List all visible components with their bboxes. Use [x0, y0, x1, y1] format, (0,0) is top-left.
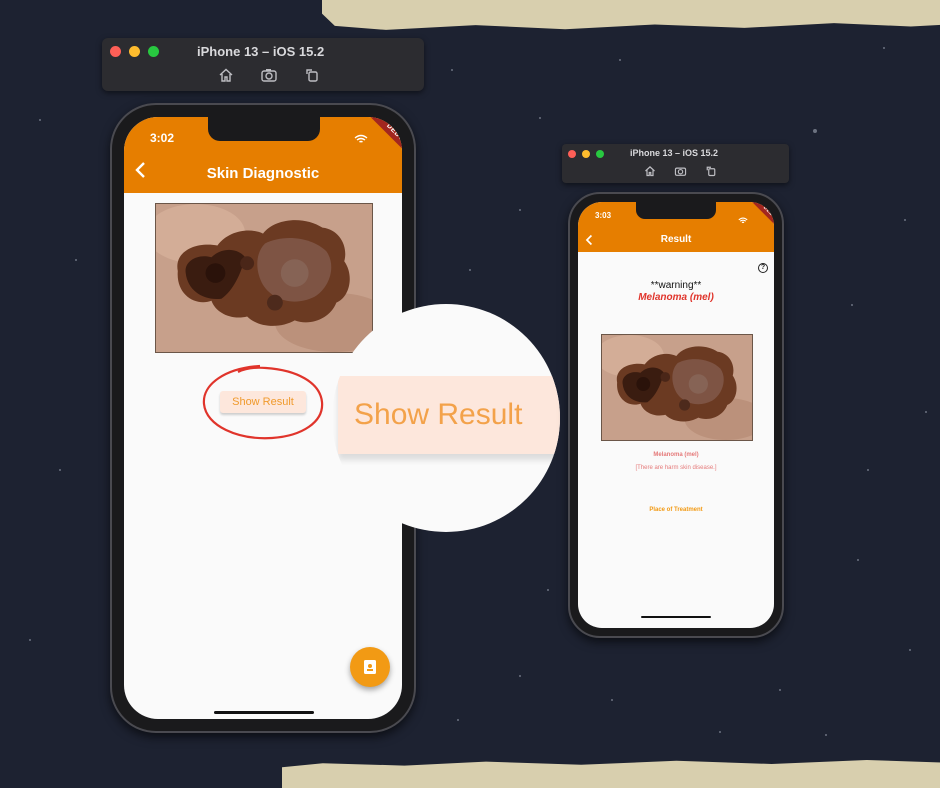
- device-notch: [208, 117, 320, 141]
- place-of-treatment-link[interactable]: Place of Treatment: [578, 507, 774, 513]
- simulator-title: iPhone 13 – iOS 15.2: [630, 148, 719, 158]
- close-window-button[interactable]: [568, 150, 576, 158]
- skin-lesion-image: [601, 334, 753, 441]
- warning-label: **warning**: [650, 280, 702, 291]
- page-title: Skin Diagnostic: [206, 165, 320, 182]
- rotate-icon[interactable]: [705, 165, 717, 177]
- wifi-icon: [738, 211, 748, 229]
- status-time: 3:03: [595, 211, 612, 220]
- home-icon[interactable]: [218, 67, 234, 83]
- result-caption-note: [There are harm skin disease.]: [635, 465, 717, 471]
- minimize-window-button[interactable]: [582, 150, 590, 158]
- status-icons: [738, 211, 748, 229]
- status-icons: [354, 131, 368, 149]
- page-title: Result: [660, 234, 692, 245]
- simulator-toolbar-left: iPhone 13 – iOS 15.2: [102, 38, 424, 91]
- contact-fab-button[interactable]: [350, 647, 390, 687]
- simulator-toolbar-right: iPhone 13 – iOS 15.2: [562, 144, 789, 183]
- help-icon[interactable]: ?: [758, 263, 768, 273]
- home-indicator: [641, 616, 711, 618]
- screenshot-icon[interactable]: [674, 165, 687, 177]
- diagnosis-title: Melanoma (mel): [638, 292, 714, 303]
- zoom-window-button[interactable]: [596, 150, 604, 158]
- zoom-window-button[interactable]: [148, 46, 159, 57]
- result-caption-name: Melanoma (mel): [653, 452, 699, 458]
- close-window-button[interactable]: [110, 46, 121, 57]
- minimize-window-button[interactable]: [129, 46, 140, 57]
- zoom-magnifier: Show Result: [332, 304, 560, 532]
- phone-frame-right: 3:03 Result DEBUG ? **warning** Melanoma…: [568, 192, 784, 638]
- home-indicator: [214, 711, 314, 714]
- result-screen: 3:03 Result DEBUG ? **warning** Melanoma…: [578, 202, 774, 628]
- skin-lesion-image: [155, 203, 373, 353]
- device-notch: [636, 202, 716, 219]
- red-circle-annotation: [202, 364, 324, 440]
- status-time: 3:02: [150, 131, 175, 145]
- wifi-icon: [354, 131, 368, 149]
- rotate-icon[interactable]: [304, 67, 320, 83]
- zoomed-show-result-button: Show Result: [338, 376, 560, 454]
- simulator-title: iPhone 13 – iOS 15.2: [197, 44, 325, 59]
- contact-card-icon: [362, 659, 378, 680]
- home-icon[interactable]: [644, 165, 656, 177]
- screenshot-icon[interactable]: [260, 67, 278, 83]
